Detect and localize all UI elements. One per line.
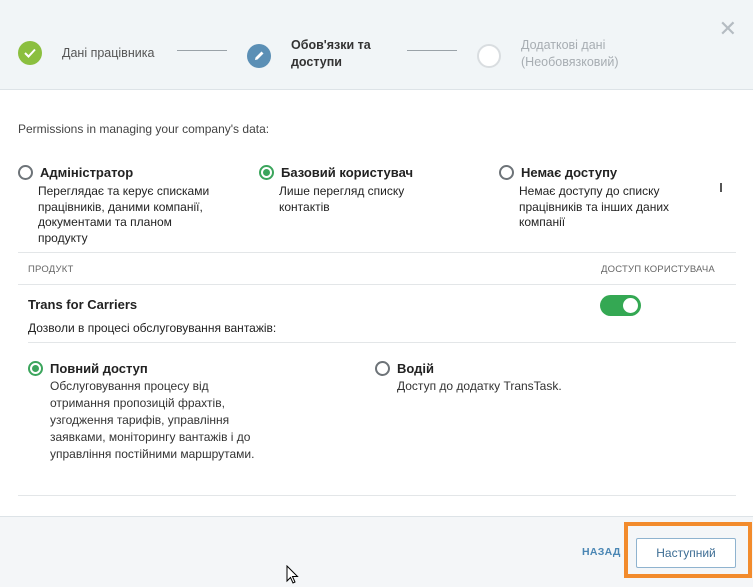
back-button[interactable]: НАЗАД: [582, 546, 621, 558]
option-driver[interactable]: Водій Доступ до додатку TransTask.: [375, 361, 562, 395]
divider: [18, 495, 736, 496]
role-title: Базовий користувач: [281, 165, 414, 180]
step-label: (Необовязковий): [521, 55, 619, 69]
option-desc-line: Доступ до додатку TransTask.: [397, 379, 562, 393]
role-desc-line: продукту: [38, 230, 88, 245]
role-desc-line: Лише перегляд списку: [279, 184, 405, 198]
step-label: доступи: [291, 55, 342, 69]
option-desc-line: Обслуговування процесу від: [50, 379, 209, 393]
step-connector: [407, 50, 457, 51]
step-connector: [177, 50, 227, 51]
role-title: Немає доступу: [521, 165, 618, 180]
step-label: Додаткові дані: [521, 38, 606, 52]
role-desc-line: працівників та інших даних: [519, 199, 670, 214]
option-title: Водій: [397, 361, 435, 376]
col-user-access: ДОСТУП КОРИСТУВАЧА: [601, 264, 715, 275]
pencil-icon: [247, 44, 271, 68]
text-cursor-mark: [720, 183, 722, 192]
step-label: Дані працівника: [62, 45, 155, 60]
option-desc-line: управління постійними маршрутами.: [50, 447, 255, 461]
option-full-access[interactable]: Повний доступ Обслуговування процесу від…: [28, 361, 254, 463]
highlight-box: [624, 522, 752, 578]
radio-button-checked[interactable]: [28, 361, 43, 376]
col-product: ПРОДУКТ: [28, 264, 74, 275]
role-no-access[interactable]: Немає доступу Немає доступу до списку пр…: [499, 165, 719, 231]
role-desc-line: компанії: [519, 215, 566, 229]
toggle-knob: [623, 298, 638, 313]
role-admin[interactable]: Адміністратор Переглядає та керує списка…: [18, 165, 238, 246]
option-desc-line: узгодження тарифів, управління: [50, 413, 230, 427]
radio-button[interactable]: [375, 361, 390, 376]
radio-button-checked[interactable]: [259, 165, 274, 180]
role-desc-line: документами та планом: [38, 215, 172, 229]
product-name: Trans for Carriers: [28, 297, 138, 312]
role-desc-line: працівників, даними компанії,: [38, 199, 203, 214]
divider: [28, 342, 736, 343]
step-additional-data: Додаткові дані (Необовязковий): [477, 38, 619, 71]
role-desc-line: контактів: [279, 199, 330, 214]
empty-circle-icon: [477, 44, 501, 68]
step-duties-access: Обов'язки та доступи: [247, 38, 371, 71]
stepper-header: Дані працівника Обов'язки та доступи Дод…: [0, 0, 753, 90]
access-toggle[interactable]: [600, 295, 641, 316]
role-title: Адміністратор: [40, 165, 134, 180]
option-desc-line: заявками, моніторингу вантажів і до: [50, 430, 251, 444]
permissions-title: Permissions in managing your company's d…: [18, 122, 270, 136]
mouse-cursor-icon: [286, 564, 300, 587]
role-desc-line: Переглядає та керує списками: [38, 184, 210, 198]
close-icon[interactable]: ✕: [719, 18, 737, 40]
option-title: Повний доступ: [50, 361, 148, 376]
option-desc-line: отримання пропозицій фрахтів,: [50, 396, 225, 410]
step-employee-data: Дані працівника: [18, 41, 154, 65]
role-desc-line: Немає доступу до списку: [519, 184, 660, 198]
role-basic-user[interactable]: Базовий користувач Лише перегляд списку …: [259, 165, 479, 215]
radio-button[interactable]: [18, 165, 33, 180]
cargo-permissions-label: Дозволи в процесі обслуговування вантажі…: [28, 321, 277, 335]
radio-button[interactable]: [499, 165, 514, 180]
check-icon: [18, 41, 42, 65]
product-table-header: ПРОДУКТ ДОСТУП КОРИСТУВАЧА: [18, 252, 736, 285]
step-label: Обов'язки та: [291, 38, 371, 52]
